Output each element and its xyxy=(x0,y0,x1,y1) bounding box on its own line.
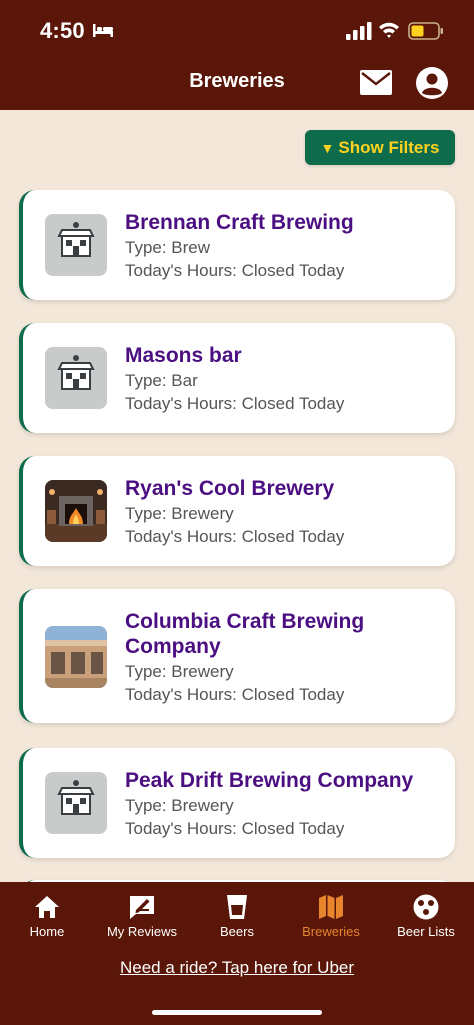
brewery-hours: Today's Hours: Closed Today xyxy=(125,819,345,838)
tab-beer-lists[interactable]: Beer Lists xyxy=(379,890,473,946)
tab-beers[interactable]: Beers xyxy=(190,890,284,946)
storefront-placeholder-image xyxy=(45,347,107,409)
tab-label: Home xyxy=(29,924,65,939)
brewery-card[interactable]: Brennan Craft Brewing Type: Brew Today's… xyxy=(19,190,455,300)
brewery-type: Type: Brewery xyxy=(125,504,234,523)
brewery-type: Type: Brewery xyxy=(125,796,234,815)
brewery-name: Columbia Craft Brewing Company xyxy=(125,610,365,658)
bottom-tab-bar: Home My Reviews Beers Breweries Beer Lis… xyxy=(0,882,474,1025)
tab-breweries[interactable]: Breweries xyxy=(284,890,378,946)
brewery-hours: Today's Hours: Closed Today xyxy=(125,685,345,704)
storefront-placeholder-image xyxy=(45,214,107,276)
storefront-placeholder-image xyxy=(45,772,107,834)
status-bar: 4:50 xyxy=(0,0,474,60)
brewery-name: Masons bar xyxy=(125,344,242,367)
brewery-hours: Today's Hours: Closed Today xyxy=(125,261,345,280)
beer-cup-icon xyxy=(227,895,247,919)
brewery-card[interactable]: Peak Drift Brewing Company Type: Brewery… xyxy=(19,748,455,858)
brewery-type: Type: Bar xyxy=(125,371,198,390)
brewery-type: Type: Brew xyxy=(125,238,211,257)
review-icon xyxy=(130,896,154,919)
status-time: 4:50 xyxy=(40,18,85,43)
fireplace-photo-image xyxy=(45,480,107,542)
brewery-list[interactable]: Brennan Craft Brewing Type: Brew Today's… xyxy=(0,188,474,882)
battery-icon xyxy=(408,22,443,40)
tab-label: Beers xyxy=(220,924,254,939)
account-icon[interactable] xyxy=(415,66,449,100)
tab-label: Breweries xyxy=(302,924,360,939)
wifi-icon xyxy=(379,22,399,38)
building-photo-image xyxy=(45,626,107,688)
show-filters-button[interactable]: ▼ Show Filters xyxy=(305,130,455,165)
tab-my-reviews[interactable]: My Reviews xyxy=(95,890,189,946)
tab-label: My Reviews xyxy=(106,924,178,939)
top-bar: 4:50 Breweries xyxy=(0,0,474,110)
brewery-name: Brennan Craft Brewing xyxy=(125,211,354,234)
brewery-card[interactable]: Columbia Craft Brewing Company Type: Bre… xyxy=(19,589,455,723)
cellular-signal-icon xyxy=(346,22,372,40)
tab-label: Beer Lists xyxy=(397,924,455,939)
brewery-card[interactable]: Ryan's Cool Brewery Type: Brewery Today'… xyxy=(19,456,455,566)
brewery-hours: Today's Hours: Closed Today xyxy=(125,527,345,546)
brewery-hours: Today's Hours: Closed Today xyxy=(125,394,345,413)
show-filters-label: Show Filters xyxy=(338,137,440,157)
list-dots-icon xyxy=(413,894,439,920)
tab-home[interactable]: Home xyxy=(0,890,94,946)
brewery-name: Ryan's Cool Brewery xyxy=(125,477,335,500)
map-icon xyxy=(319,895,343,919)
brewery-card[interactable]: Masons bar Type: Bar Today's Hours: Clos… xyxy=(19,323,455,433)
page-title: Breweries xyxy=(189,70,285,92)
brewery-name: Peak Drift Brewing Company xyxy=(125,769,414,792)
home-indicator xyxy=(152,1010,322,1015)
sleep-focus-icon xyxy=(93,24,113,37)
brewery-type: Type: Brewery xyxy=(125,662,234,681)
triangle-down-icon: ▼ xyxy=(320,139,335,156)
uber-ride-link[interactable]: Need a ride? Tap here for Uber xyxy=(0,958,474,978)
mail-icon[interactable] xyxy=(359,68,393,98)
home-icon xyxy=(35,896,59,918)
